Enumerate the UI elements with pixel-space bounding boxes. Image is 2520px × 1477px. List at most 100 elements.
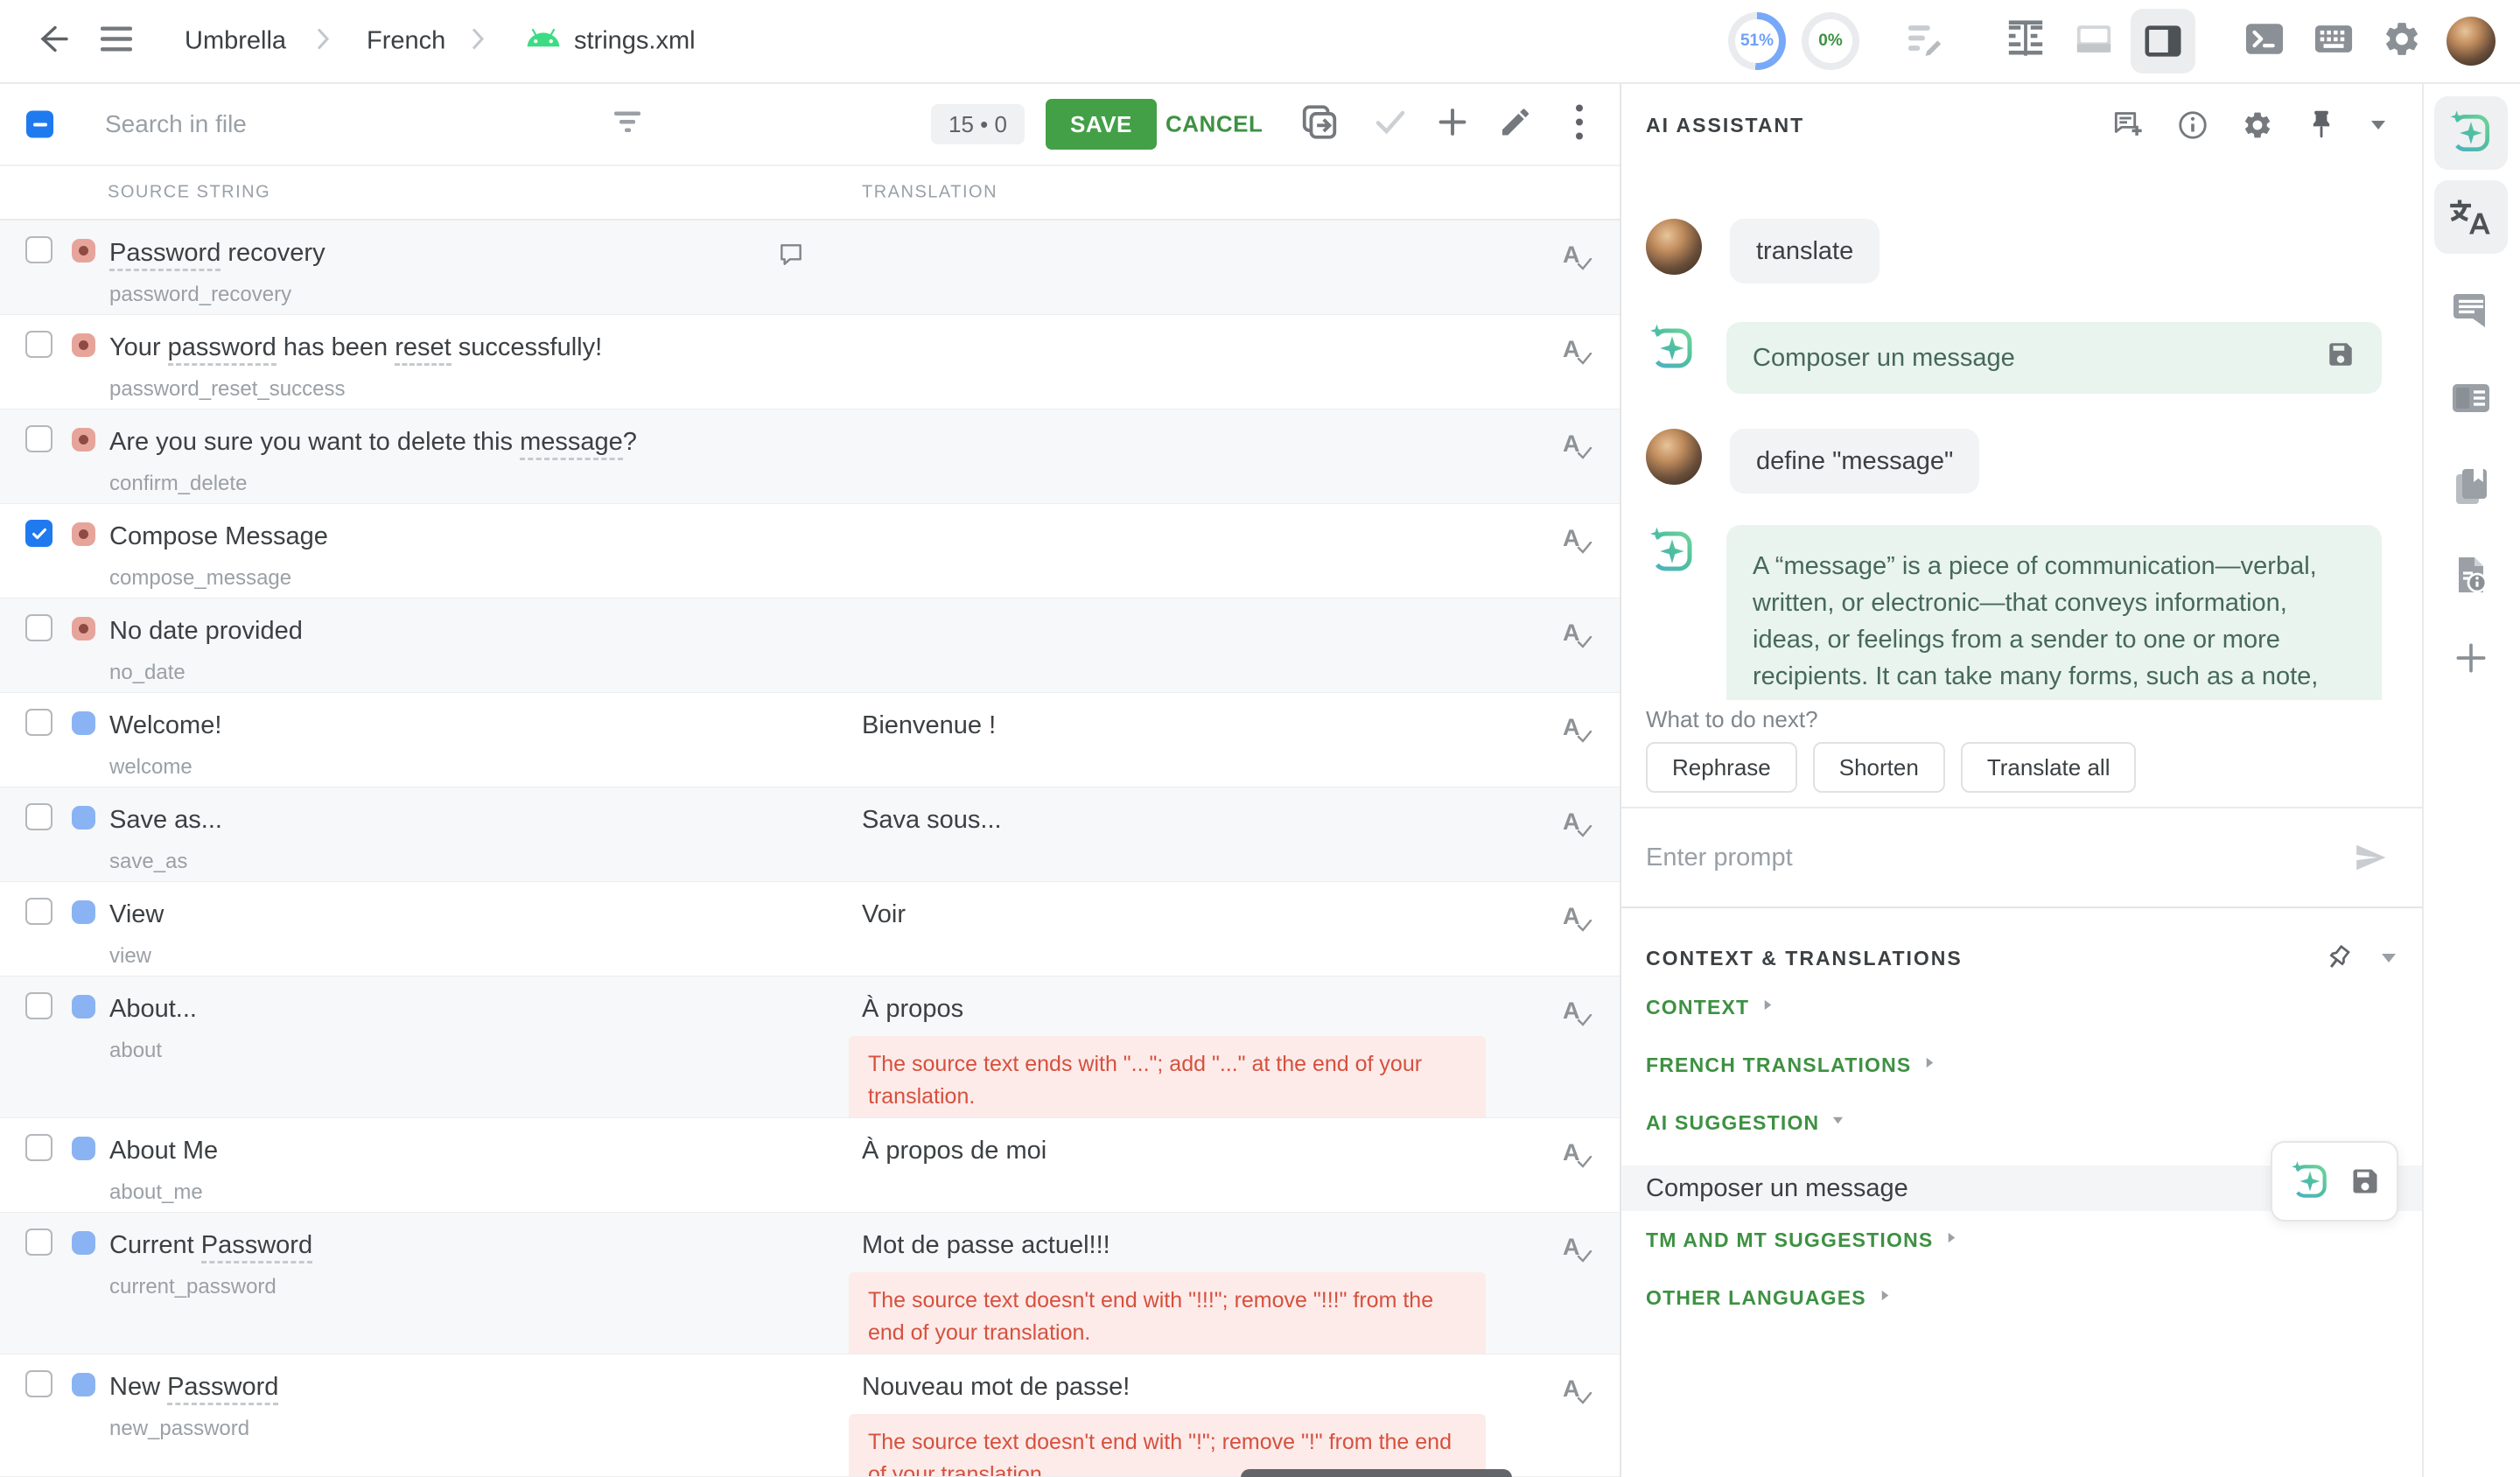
- terminal-icon[interactable]: [2244, 19, 2285, 64]
- spellcheck-icon[interactable]: A: [1563, 242, 1580, 269]
- add-string-icon[interactable]: [1435, 105, 1470, 144]
- ai-assistant-icon[interactable]: [2434, 96, 2508, 170]
- select-all-checkbox[interactable]: [26, 111, 53, 138]
- table-row[interactable]: Are you sure you want to delete this mes…: [0, 410, 1620, 504]
- back-icon[interactable]: [35, 22, 70, 61]
- breadcrumb-file[interactable]: strings.xml: [574, 27, 696, 56]
- table-row[interactable]: Your password has been reset successfull…: [0, 315, 1620, 410]
- info-icon[interactable]: [2177, 109, 2208, 141]
- avatar[interactable]: [2446, 17, 2496, 66]
- add-panel-icon[interactable]: [2452, 639, 2490, 682]
- row-checkbox[interactable]: [25, 992, 52, 1019]
- translation-cell[interactable]: Mot de passe actuel!!!The source text do…: [862, 1228, 1509, 1354]
- gear-icon[interactable]: [2242, 109, 2273, 141]
- gear-icon[interactable]: [2382, 19, 2422, 64]
- pin-icon[interactable]: [2306, 108, 2336, 142]
- pin-outline-icon[interactable]: [2316, 936, 2361, 981]
- table-row[interactable]: Save as...save_asSava sous...A: [0, 788, 1620, 882]
- glossary-term[interactable]: password: [168, 333, 276, 366]
- save-button[interactable]: SAVE: [1046, 99, 1157, 150]
- row-checkbox[interactable]: [25, 1228, 52, 1256]
- ai-assistant-icon[interactable]: [2288, 1159, 2332, 1203]
- spellcheck-icon[interactable]: A: [1563, 808, 1580, 836]
- table-row[interactable]: Current Passwordcurrent_passwordMot de p…: [0, 1213, 1620, 1354]
- row-checkbox[interactable]: [25, 520, 52, 547]
- glossary-icon[interactable]: [2450, 466, 2492, 512]
- send-icon[interactable]: [2354, 841, 2387, 874]
- draft-edit-icon[interactable]: [1905, 19, 1945, 64]
- spellcheck-icon[interactable]: A: [1563, 714, 1580, 741]
- file-info-icon[interactable]: [2450, 554, 2492, 600]
- glossary-term[interactable]: Password: [201, 1231, 312, 1264]
- table-row[interactable]: No date providedno_dateA: [0, 598, 1620, 693]
- comments-icon[interactable]: [2450, 289, 2492, 335]
- row-checkbox[interactable]: [25, 898, 52, 925]
- translation-cell[interactable]: Sava sous...: [862, 803, 1509, 836]
- search-input[interactable]: Search in file: [105, 110, 247, 138]
- row-checkbox[interactable]: [25, 1370, 52, 1397]
- table-row[interactable]: ViewviewVoirA: [0, 882, 1620, 976]
- side-by-side-view-icon[interactable]: [2006, 19, 2046, 64]
- spellcheck-icon[interactable]: A: [1563, 525, 1580, 552]
- row-checkbox[interactable]: [25, 803, 52, 830]
- add-prompt-icon[interactable]: [2110, 108, 2144, 142]
- row-checkbox[interactable]: [25, 709, 52, 736]
- ai-action-button[interactable]: Rephrase: [1646, 742, 1797, 793]
- glossary-term[interactable]: Password: [167, 1373, 278, 1405]
- red-status-icon: [72, 617, 95, 640]
- spellcheck-icon[interactable]: A: [1563, 336, 1580, 363]
- translation-cell[interactable]: À propos de moi: [862, 1134, 1509, 1167]
- table-row[interactable]: Welcome!welcomeBienvenue !A: [0, 693, 1620, 788]
- row-checkbox[interactable]: [25, 331, 52, 358]
- spellcheck-icon[interactable]: A: [1563, 1376, 1580, 1403]
- glossary-term[interactable]: reset: [395, 333, 451, 366]
- duplicate-icon[interactable]: [1299, 102, 1340, 147]
- table-row[interactable]: About...aboutÀ proposThe source text end…: [0, 976, 1620, 1118]
- translation-cell[interactable]: Bienvenue !: [862, 709, 1509, 742]
- source-cell: Are you sure you want to delete this mes…: [109, 425, 722, 503]
- bottom-panel-view-icon[interactable]: [2074, 19, 2114, 64]
- keyboard-icon[interactable]: [2314, 19, 2354, 64]
- spellcheck-icon[interactable]: A: [1563, 430, 1580, 458]
- breadcrumb-project[interactable]: Umbrella: [185, 27, 286, 56]
- table-row[interactable]: Compose Messagecompose_messageA: [0, 504, 1620, 598]
- table-row[interactable]: Password recoverypassword_recoveryA: [0, 220, 1620, 315]
- article-icon[interactable]: [2450, 377, 2492, 424]
- prompt-input[interactable]: [1646, 844, 2354, 872]
- glossary-term[interactable]: message: [520, 428, 623, 460]
- ai-action-button[interactable]: Shorten: [1813, 742, 1945, 793]
- section-header-other-languages[interactable]: OTHER LANGUAGES: [1646, 1269, 2398, 1326]
- filter-icon[interactable]: [612, 110, 642, 139]
- ai-action-button[interactable]: Translate all: [1961, 742, 2137, 793]
- menu-icon[interactable]: [101, 26, 132, 57]
- row-checkbox[interactable]: [25, 614, 52, 641]
- save-message-icon[interactable]: [2326, 340, 2356, 376]
- table-row[interactable]: About Meabout_meÀ propos de moiA: [0, 1118, 1620, 1213]
- chevron-down-icon[interactable]: [2380, 952, 2398, 964]
- spellcheck-icon[interactable]: A: [1563, 998, 1580, 1025]
- edit-icon[interactable]: [1498, 105, 1533, 144]
- spellcheck-icon[interactable]: A: [1563, 1139, 1580, 1166]
- cancel-button[interactable]: CANCEL: [1166, 111, 1263, 138]
- row-checkbox[interactable]: [25, 1134, 52, 1161]
- table-row[interactable]: New Passwordnew_passwordNouveau mot de p…: [0, 1354, 1620, 1477]
- translation-cell[interactable]: Voir: [862, 898, 1509, 931]
- spellcheck-icon[interactable]: A: [1563, 620, 1580, 647]
- right-panel-view-icon[interactable]: [2131, 9, 2195, 74]
- section-header-context[interactable]: CONTEXT: [1646, 978, 2398, 1036]
- translate-icon[interactable]: [2434, 180, 2508, 254]
- translation-cell[interactable]: Nouveau mot de passe!The source text doe…: [862, 1370, 1509, 1477]
- save-suggestion-icon[interactable]: [2349, 1166, 2381, 1197]
- chevron-down-icon[interactable]: [2370, 119, 2387, 131]
- approve-icon[interactable]: [1372, 104, 1409, 145]
- row-checkbox[interactable]: [25, 425, 52, 452]
- breadcrumb-language[interactable]: French: [367, 27, 445, 56]
- row-checkbox[interactable]: [25, 236, 52, 263]
- spellcheck-icon[interactable]: A: [1563, 1234, 1580, 1261]
- glossary-term[interactable]: Password: [109, 239, 220, 271]
- spellcheck-icon[interactable]: A: [1563, 903, 1580, 930]
- more-menu-icon[interactable]: [1575, 104, 1584, 145]
- comment-icon[interactable]: [777, 242, 805, 272]
- section-header-french-translations[interactable]: FRENCH TRANSLATIONS: [1646, 1036, 2398, 1094]
- translation-cell[interactable]: À proposThe source text ends with "...";…: [862, 992, 1509, 1118]
